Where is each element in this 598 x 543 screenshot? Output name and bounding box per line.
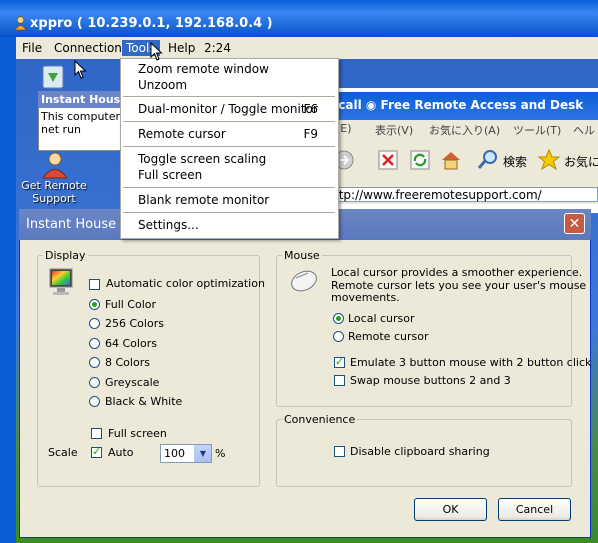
- 256-colors-label: 256 Colors: [105, 317, 164, 330]
- 64-colors-radio[interactable]: [89, 338, 100, 349]
- scale-select[interactable]: 100 ▼: [160, 444, 212, 463]
- recycle-bin-icon[interactable]: [38, 60, 68, 90]
- remote-cursor-label: Remote cursor: [348, 330, 429, 343]
- convenience-group-label: Convenience: [282, 413, 358, 426]
- menu-item-settings[interactable]: Settings...: [138, 218, 199, 232]
- tools-menu: Zoom remote window Unzoom Dual-monitor /…: [120, 58, 339, 239]
- window-title: xppro ( 10.239.0.1, 192.168.0.4 ): [30, 16, 273, 31]
- stop-icon[interactable]: [377, 149, 399, 171]
- monitor-color-icon: [49, 268, 73, 295]
- browser-title: secall ◉ Free Remote Access and Desk: [323, 98, 584, 112]
- mouse-desc-line-1: Local cursor provides a smoother experie…: [331, 266, 583, 279]
- menu-separator: [123, 121, 335, 122]
- window-title-bar[interactable]: xppro ( 10.239.0.1, 192.168.0.4 ): [0, 0, 598, 37]
- scale-auto-label: Auto: [108, 446, 134, 459]
- auto-color-checkbox[interactable]: [89, 279, 100, 290]
- menu-item-remote-cursor[interactable]: Remote cursor: [138, 127, 226, 141]
- greyscale-label: Greyscale: [105, 376, 160, 389]
- disable-clipboard-label: Disable clipboard sharing: [350, 445, 490, 458]
- favorites-star-icon[interactable]: [537, 148, 561, 172]
- emulate-3-button-checkbox[interactable]: [334, 355, 345, 368]
- app-user-icon: [14, 16, 27, 31]
- menu-item-toggle-scaling[interactable]: Toggle screen scaling: [138, 152, 266, 166]
- menu-file[interactable]: File: [18, 40, 46, 56]
- local-cursor-label: Local cursor: [348, 312, 415, 325]
- home-icon[interactable]: [439, 148, 463, 172]
- menu-connection[interactable]: Connection: [50, 40, 126, 56]
- full-color-label: Full Color: [105, 298, 157, 311]
- mouse-icon: [291, 270, 317, 292]
- menu-separator: [123, 96, 335, 97]
- ok-button[interactable]: OK: [414, 498, 487, 521]
- swap-buttons-label: Swap mouse buttons 2 and 3: [350, 374, 511, 387]
- 64-colors-label: 64 Colors: [105, 337, 157, 350]
- 8-colors-label: 8 Colors: [105, 356, 150, 369]
- browser-menu-favorites[interactable]: お気に入り(A): [429, 122, 500, 138]
- display-group-label: Display: [43, 249, 88, 262]
- disable-clipboard-checkbox[interactable]: [334, 446, 345, 457]
- auto-color-label: Automatic color optimization: [106, 277, 265, 290]
- mouse-desc-line-3: movements.: [331, 291, 400, 304]
- scale-value: 100: [164, 447, 185, 460]
- mouse-group-label: Mouse: [282, 249, 322, 262]
- shortcut-f9: F9: [303, 127, 318, 141]
- scale-auto-checkbox[interactable]: [91, 445, 102, 458]
- chevron-down-icon[interactable]: ▼: [194, 445, 211, 462]
- browser-menu-help[interactable]: ヘル: [573, 122, 595, 138]
- scale-percent: %: [215, 447, 226, 460]
- search-label[interactable]: 検索: [503, 153, 527, 170]
- icon-label-line-2: Support: [32, 192, 76, 205]
- menu-bar: File Connection Tools Help 2:24: [16, 37, 598, 59]
- greyscale-radio[interactable]: [89, 377, 100, 388]
- black-white-radio[interactable]: [89, 396, 100, 407]
- emulate-3-button-label: Emulate 3 button mouse with 2 button cli…: [350, 356, 592, 369]
- shortcut-f6: F6: [303, 102, 318, 116]
- scale-label: Scale: [48, 446, 78, 459]
- menu-item-dual-monitor[interactable]: Dual-monitor / Toggle monitor: [138, 102, 318, 116]
- full-color-radio[interactable]: [89, 299, 100, 310]
- get-remote-support-label[interactable]: Get Remote Support: [18, 179, 90, 205]
- dialog-title: Instant House: [26, 217, 117, 232]
- session-time: 2:24: [204, 41, 231, 55]
- fullscreen-label: Full screen: [108, 427, 167, 440]
- refresh-icon[interactable]: [409, 149, 431, 171]
- cancel-button[interactable]: Cancel: [498, 498, 571, 521]
- remote-pointer-icon: [74, 60, 87, 79]
- black-white-label: Black & White: [105, 395, 183, 408]
- menu-item-full-screen[interactable]: Full screen: [138, 168, 202, 182]
- local-cursor-radio[interactable]: [333, 313, 344, 324]
- fullscreen-checkbox[interactable]: [91, 428, 102, 439]
- menu-separator: [123, 187, 335, 188]
- menu-item-blank-monitor[interactable]: Blank remote monitor: [138, 193, 269, 207]
- menu-separator: [123, 212, 335, 213]
- icon-label-line-1: Get Remote: [21, 179, 87, 192]
- dialog-close-button[interactable]: ✕: [564, 213, 585, 234]
- favorites-label[interactable]: お気に: [564, 153, 598, 170]
- browser-menu-view[interactable]: 表示(V): [375, 122, 413, 138]
- swap-buttons-checkbox[interactable]: [334, 375, 345, 386]
- address-input[interactable]: ttp://www.freeremotesupport.com/: [330, 187, 598, 202]
- mouse-pointer-icon: [150, 42, 163, 61]
- remote-cursor-radio[interactable]: [333, 331, 344, 342]
- menu-item-unzoom[interactable]: Unzoom: [138, 78, 187, 92]
- menu-item-zoom-remote-window[interactable]: Zoom remote window: [138, 62, 269, 76]
- 8-colors-radio[interactable]: [89, 357, 100, 368]
- menu-help[interactable]: Help: [164, 40, 199, 56]
- search-icon[interactable]: [476, 148, 500, 172]
- browser-menu-tools[interactable]: ツール(T): [513, 122, 561, 138]
- menu-separator: [123, 146, 335, 147]
- window-left-border: [0, 37, 16, 543]
- get-remote-support-icon[interactable]: [40, 151, 70, 179]
- 256-colors-radio[interactable]: [89, 318, 100, 329]
- mouse-description: Local cursor provides a smoother experie…: [331, 266, 586, 305]
